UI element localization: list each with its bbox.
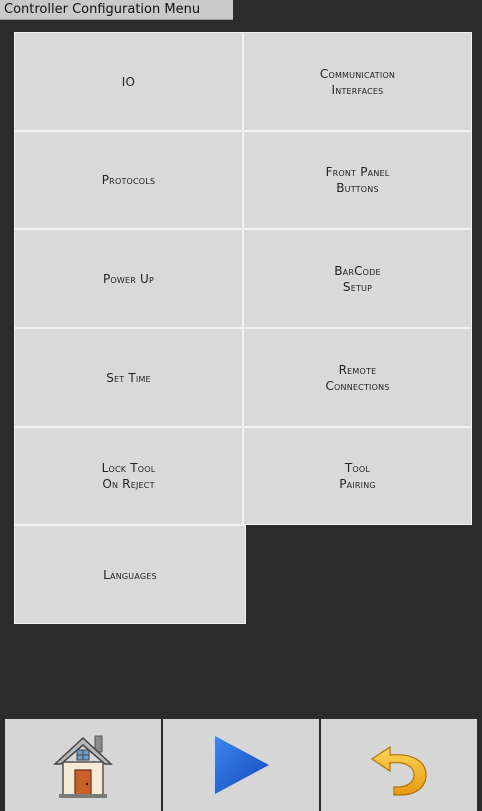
house-icon (53, 735, 113, 798)
barcode-setup-button[interactable]: BarCode Setup (243, 229, 472, 328)
tool-pairing-button[interactable]: Tool Pairing (243, 427, 472, 525)
play-triangle-icon (215, 736, 269, 794)
protocols-button[interactable]: Protocols (14, 131, 243, 229)
home-button[interactable] (5, 719, 161, 811)
communication-interfaces-button[interactable]: Communication Interfaces (243, 32, 472, 131)
undo-button[interactable] (319, 719, 477, 811)
io-button[interactable]: IO (14, 32, 243, 131)
set-time-button[interactable]: Set Time (14, 328, 243, 427)
menu-title: Controller Configuration Menu (0, 0, 233, 20)
lock-tool-on-reject-button[interactable]: Lock Tool On Reject (14, 427, 243, 525)
remote-connections-button[interactable]: Remote Connections (243, 328, 472, 427)
play-button[interactable] (161, 719, 319, 811)
front-panel-buttons-button[interactable]: Front Panel Buttons (243, 131, 472, 229)
languages-button[interactable]: Languages (14, 525, 246, 624)
undo-arrow-icon (370, 745, 427, 796)
bottom-nav-bar (5, 719, 477, 811)
power-up-button[interactable]: Power Up (14, 229, 243, 328)
